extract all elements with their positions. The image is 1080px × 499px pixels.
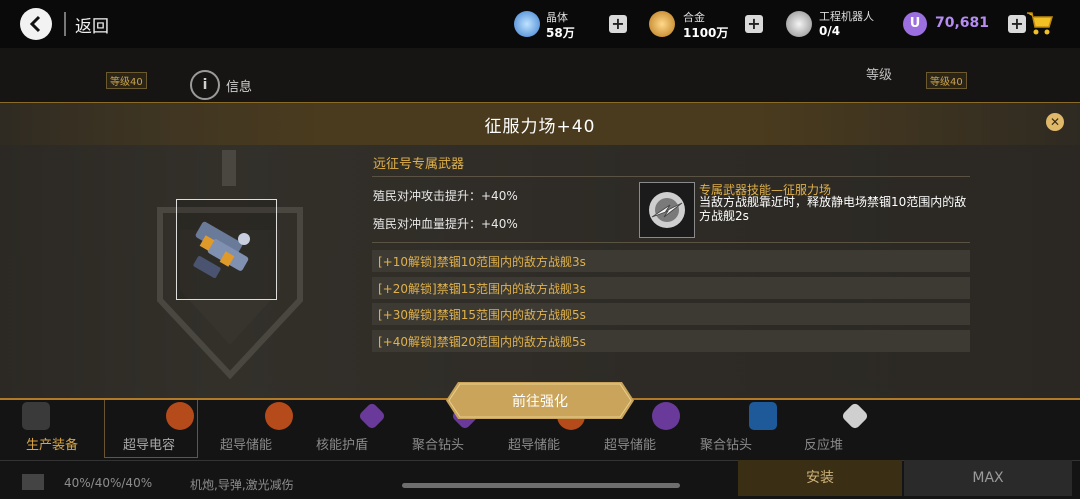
divider (372, 176, 970, 177)
alloy-value: 1100万 (683, 26, 729, 40)
info-icon[interactable]: i (190, 70, 220, 100)
tab-capacitor[interactable]: 超导电容 (123, 434, 175, 453)
storage-slot-icon[interactable] (265, 402, 293, 430)
cart-icon (1027, 12, 1054, 35)
gear-slot-icon[interactable] (22, 402, 50, 430)
shop-cart-icon[interactable] (1024, 8, 1054, 42)
robot-icon (786, 11, 812, 37)
stat-description: 机炮,导弹,激光减伤 (190, 478, 294, 492)
unlock-row: [+10解锁]禁锢10范围内的敌方战舰3s (372, 250, 970, 272)
back-label[interactable]: 返回 (75, 12, 109, 37)
tab-storage[interactable]: 超导储能 (220, 434, 272, 453)
unlock-row: [+40解锁]禁锢20范围内的敌方战舰5s (372, 330, 970, 352)
crystal-value: 58万 (546, 26, 575, 40)
level-tag-left: 等级40 (106, 72, 147, 89)
close-button[interactable]: ✕ (1046, 113, 1064, 131)
weapon-type-label: 远征号专属武器 (373, 157, 465, 172)
crystal-icon (514, 11, 540, 37)
capacitor-slot-icon[interactable] (166, 402, 194, 430)
tab-storage-3[interactable]: 超导储能 (604, 434, 656, 453)
skill-description: 当敌方战舰靠近时，释放静电场禁锢10范围内的敌方战舰2s (699, 195, 967, 223)
u-currency-icon: U (903, 12, 927, 36)
robot-label: 工程机器人 (819, 10, 874, 23)
add-alloy-button[interactable]: + (745, 15, 763, 33)
go-enhance-label[interactable]: 前往强化 (446, 391, 634, 411)
unlock-text: [+20解锁]禁锢15范围内的敌方战舰3s (378, 282, 586, 296)
skill-icon-frame[interactable] (639, 182, 695, 238)
force-field-weapon-icon (193, 221, 250, 278)
divider (372, 242, 970, 243)
storage-slot-icon-3[interactable] (652, 402, 680, 430)
drill-slot-icon-2[interactable] (749, 402, 777, 430)
robot-value: 0/4 (819, 24, 841, 38)
back-button[interactable] (20, 8, 52, 40)
add-crystal-button[interactable]: + (609, 15, 627, 33)
u-currency-value: 70,681 (935, 15, 990, 31)
tab-drill[interactable]: 聚合钻头 (412, 434, 464, 453)
chevron-left-icon (29, 15, 41, 33)
tab-reactor[interactable]: 反应堆 (804, 434, 843, 453)
tab-drill-2[interactable]: 聚合钻头 (700, 434, 752, 453)
crystal-label: 晶体 (546, 11, 568, 24)
unlock-text: [+10解锁]禁锢10范围内的敌方战舰3s (378, 255, 586, 269)
alloy-icon (649, 11, 675, 37)
weapon-mini-icon (22, 474, 44, 490)
info-label[interactable]: 信息 (226, 76, 252, 95)
lightning-icon (649, 192, 685, 228)
attack-bonus-stat: 殖民对冲攻击提升：+40% (373, 189, 518, 203)
modal-title: 征服力场+40 (484, 117, 596, 137)
divider (64, 12, 66, 36)
level-label: 等级 (866, 68, 893, 83)
tab-shield[interactable]: 核能护盾 (316, 434, 368, 453)
stat-summary: 40%/40%/40% (64, 476, 153, 490)
unlock-text: [+30解锁]禁锢15范围内的敌方战舰5s (378, 308, 586, 322)
tab-storage-2[interactable]: 超导储能 (508, 434, 560, 453)
level-tag-right: 等级40 (926, 72, 967, 89)
max-button[interactable]: MAX (904, 460, 1072, 496)
install-button[interactable]: 安装 (738, 460, 902, 496)
tab-production-gear[interactable]: 生产装备 (26, 434, 78, 453)
hp-bonus-stat: 殖民对冲血量提升：+40% (373, 217, 518, 231)
alloy-label: 合金 (683, 11, 705, 24)
background-header-strip (0, 48, 1080, 102)
home-indicator[interactable] (402, 483, 680, 488)
unlock-row: [+30解锁]禁锢15范围内的敌方战舰5s (372, 303, 970, 325)
unlock-row: [+20解锁]禁锢15范围内的敌方战舰3s (372, 277, 970, 299)
unlock-text: [+40解锁]禁锢20范围内的敌方战舰5s (378, 335, 586, 349)
